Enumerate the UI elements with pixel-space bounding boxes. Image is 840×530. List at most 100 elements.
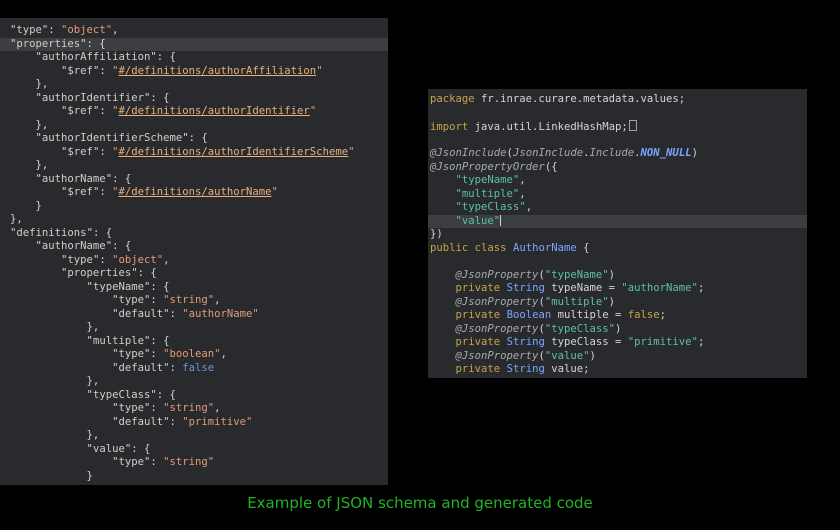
code-line[interactable]: "value"	[428, 214, 807, 228]
code-token: )	[608, 268, 615, 281]
code-token: },	[35, 159, 49, 171]
code-token: typeName =	[544, 282, 622, 294]
code-line[interactable]: "authorIdentifierScheme": {	[0, 132, 388, 146]
code-line[interactable]: },	[0, 78, 388, 92]
collapsed-imports-icon[interactable]	[628, 120, 637, 131]
code-token: private	[455, 282, 501, 294]
json-schema-editor[interactable]: "type": "object", "properties": {"authorA…	[0, 18, 388, 485]
code-line[interactable]: "$ref": "#/definitions/authorIdentifierS…	[0, 146, 388, 160]
code-token: "multiple"	[455, 187, 520, 200]
code-token: private	[455, 336, 501, 348]
code-token: "object"	[112, 253, 164, 266]
code-line[interactable]: "default": "authorName"	[0, 308, 388, 322]
code-token: public	[430, 241, 469, 254]
code-line[interactable]: "type": "boolean",	[0, 348, 388, 362]
code-token: @JsonInclude	[430, 147, 507, 159]
code-token: type	[118, 456, 144, 468]
code-token: typeClass =	[544, 336, 628, 348]
code-line[interactable]	[428, 134, 807, 148]
code-line[interactable]: }	[0, 470, 388, 484]
code-line[interactable]: },	[0, 429, 388, 443]
code-line[interactable]: }	[0, 200, 388, 214]
code-line[interactable]: @JsonInclude(JsonInclude.Include.NON_NUL…	[428, 147, 807, 161]
code-token: "primitive"	[182, 415, 253, 428]
code-token: )	[691, 147, 698, 159]
code-line[interactable]: "properties": {	[0, 37, 388, 51]
code-line[interactable]: "type": "string",	[0, 294, 388, 308]
code-token: ,	[519, 174, 526, 186]
code-line[interactable]: "type": "string",	[0, 402, 388, 416]
code-line[interactable]: "definitions": {	[0, 227, 388, 241]
code-token: multiple	[92, 334, 144, 347]
code-token: "string"	[163, 456, 215, 468]
code-token: #/definitions/authorName	[118, 186, 272, 198]
code-line[interactable]: private String typeClass = "primitive";	[428, 336, 807, 350]
code-line[interactable]: },	[0, 159, 388, 173]
code-line[interactable]: "multiple": {	[0, 335, 388, 349]
code-token: package	[430, 93, 475, 105]
code-line[interactable]: "multiple",	[428, 188, 807, 202]
code-line[interactable]: private String value;	[428, 363, 807, 377]
code-line[interactable]: "value": {	[0, 443, 388, 457]
code-line[interactable]: "$ref": "#/definitions/authorName"	[0, 186, 388, 200]
code-token: ":	[163, 415, 183, 428]
code-line[interactable]: package fr.inrae.curare.metadata.values;	[428, 93, 807, 107]
code-token: ":	[143, 348, 164, 360]
code-token: @JsonProperty	[455, 322, 539, 335]
code-line[interactable]: "authorName": {	[0, 240, 388, 254]
code-token: NON_NULL	[640, 147, 692, 159]
code-line[interactable]: "typeName",	[428, 174, 807, 188]
code-token: ": {	[105, 240, 132, 252]
code-line[interactable]: "authorName": {	[0, 173, 388, 187]
code-token: authorAffiliation	[41, 51, 151, 63]
code-line[interactable]: },	[0, 213, 388, 227]
code-token: ": {	[105, 172, 132, 185]
code-token: #/definitions/authorIdentifierScheme	[118, 145, 349, 158]
code-line[interactable]: @JsonProperty("typeName")	[428, 269, 807, 283]
code-token: ,	[519, 187, 526, 200]
code-token: typeName	[92, 280, 144, 293]
code-token: "string"	[163, 402, 215, 414]
code-line[interactable]: },	[0, 119, 388, 133]
code-line[interactable]: @JsonProperty("multiple")	[428, 296, 807, 310]
java-code-editor[interactable]: package fr.inrae.curare.metadata.values;…	[428, 89, 807, 378]
code-line[interactable]: "authorIdentifier": {	[0, 92, 388, 106]
code-token: },	[35, 78, 49, 90]
code-line[interactable]: "type": "object",	[0, 24, 388, 38]
code-token: #/definitions/authorAffiliation	[118, 64, 317, 77]
code-line[interactable]: "typeClass",	[428, 201, 807, 215]
code-line[interactable]: "default": "primitive"	[0, 416, 388, 430]
code-line[interactable]: "typeClass": {	[0, 389, 388, 403]
code-line[interactable]: "default": false	[0, 362, 388, 376]
code-line[interactable]: },	[0, 321, 388, 335]
code-line[interactable]: "typeName": {	[0, 281, 388, 295]
code-line[interactable]	[428, 255, 807, 269]
code-line[interactable]: @JsonPropertyOrder({	[428, 161, 807, 175]
code-line[interactable]: private Boolean multiple = false;	[428, 309, 807, 323]
code-token: AuthorName	[512, 241, 577, 254]
code-token: false	[627, 309, 660, 321]
code-line[interactable]: @JsonProperty("value")	[428, 350, 807, 364]
code-token: import	[430, 121, 469, 133]
code-token: type	[118, 348, 144, 360]
code-line[interactable]: "$ref": "#/definitions/authorAffiliation…	[0, 65, 388, 79]
code-token: ,	[214, 294, 221, 306]
code-line[interactable]: import java.util.LinkedHashMap;	[428, 120, 807, 134]
code-token: ": {	[143, 280, 170, 293]
code-token: },	[35, 118, 49, 131]
code-line[interactable]: "$ref": "#/definitions/authorIdentifier"	[0, 105, 388, 119]
code-line[interactable]: },	[0, 375, 388, 389]
code-token: authorName	[41, 240, 106, 252]
code-token: ;	[659, 309, 667, 321]
code-line[interactable]: "properties": {	[0, 267, 388, 281]
code-line[interactable]: public class AuthorName {	[428, 242, 807, 256]
code-line[interactable]: })	[428, 228, 807, 242]
code-line[interactable]: "type": "string"	[0, 456, 388, 470]
code-line[interactable]: "type": "object",	[0, 254, 388, 268]
code-line[interactable]: @JsonProperty("typeClass")	[428, 323, 807, 337]
code-line[interactable]: private String typeName = "authorName";	[428, 282, 807, 296]
code-token: ;	[697, 336, 705, 348]
code-line[interactable]: "authorAffiliation": {	[0, 51, 388, 65]
code-line[interactable]	[428, 107, 807, 121]
code-token: ,	[220, 348, 227, 360]
